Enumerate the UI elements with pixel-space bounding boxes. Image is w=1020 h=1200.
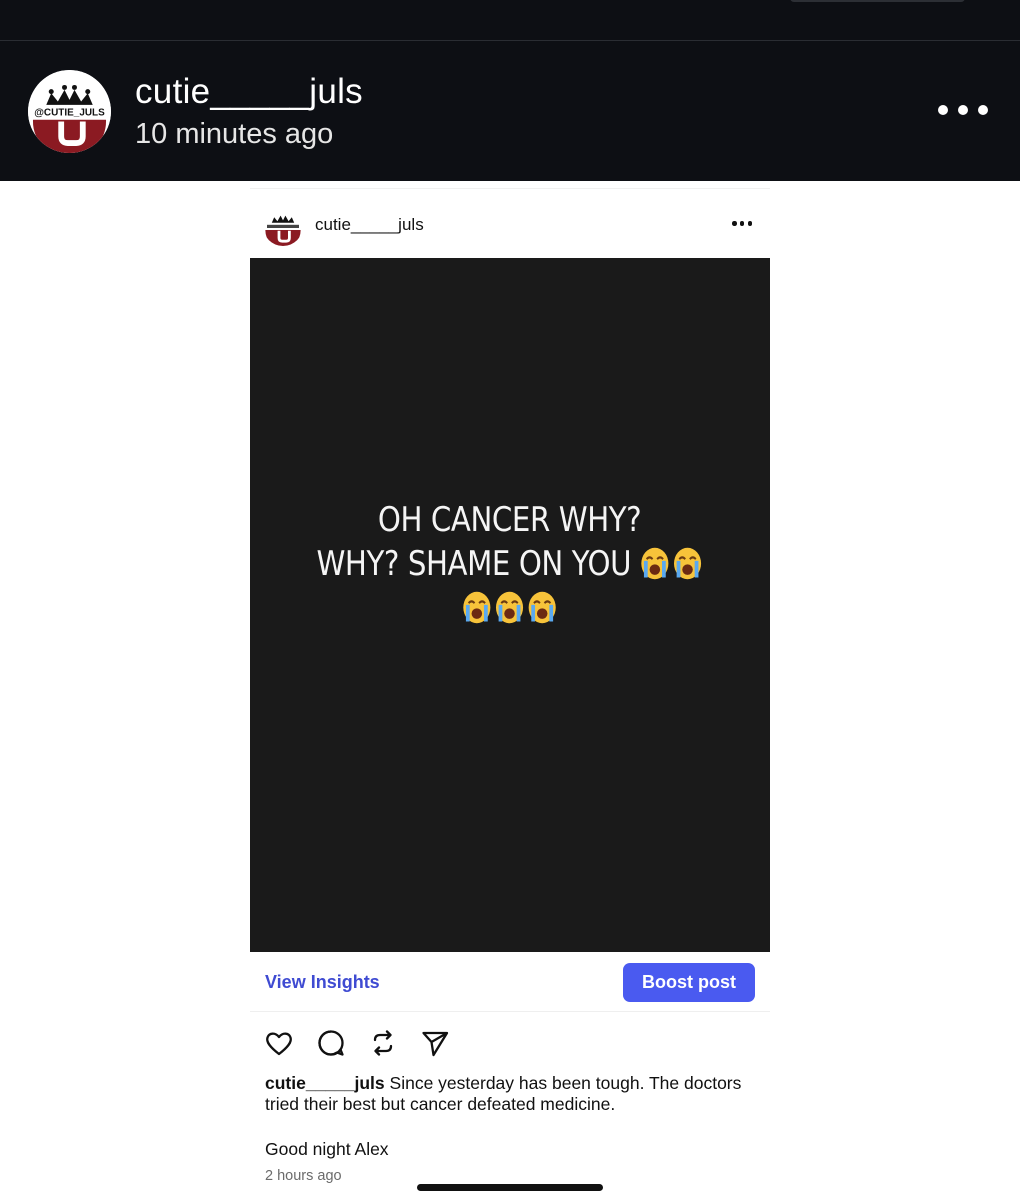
caption-username[interactable]: cutie_____juls [265,1073,385,1093]
loudly-crying-face-icon [463,591,491,624]
image-text-line3 [317,586,703,630]
story-header: @CUTIE_JULS cutie_____juls 10 minutes ag… [0,0,1020,181]
dot [732,221,737,226]
image-text-line2-text: WHY? SHAME ON YOU [316,544,632,584]
dot [958,105,968,115]
heart-icon[interactable] [264,1028,294,1058]
repost-icon[interactable] [368,1028,398,1058]
image-caption-text: OH CANCER WHY? WHY? SHAME ON YOU [317,498,703,630]
avatar-logo-small [263,206,303,246]
post-card: cutie_____juls OH CANCER WHY? WHY? SHAME… [250,188,770,1200]
avatar[interactable]: @CUTIE_JULS [28,70,111,153]
post-actions [264,1025,450,1061]
dot [978,105,988,115]
comment-icon[interactable] [316,1028,346,1058]
emoji-group-1 [640,546,703,581]
image-text-line2: WHY? SHAME ON YOU [317,542,703,586]
view-insights-link[interactable]: View Insights [265,972,380,993]
story-username[interactable]: cutie_____juls [135,72,363,112]
boost-post-button[interactable]: Boost post [623,963,755,1002]
post-image[interactable]: OH CANCER WHY? WHY? SHAME ON YOU [250,258,770,952]
post-timestamp: 2 hours ago [265,1168,342,1184]
dot [747,221,752,226]
loudly-crying-face-icon [641,547,669,580]
loudly-crying-face-icon [496,591,524,624]
dot [739,221,745,226]
share-icon[interactable] [420,1028,450,1058]
home-indicator[interactable] [417,1184,603,1191]
caption-text-2: Good night Alex [265,1139,389,1159]
more-horizontal-icon[interactable] [938,98,988,122]
story-timestamp: 10 minutes ago [135,118,334,150]
image-text-line1: OH CANCER WHY? [378,500,642,540]
avatar-text: @CUTIE_JULS [34,108,105,119]
post-caption: cutie_____juls Since yesterday has been … [265,1073,760,1115]
avatar-logo: @CUTIE_JULS [28,70,111,153]
top-search-pill[interactable] [790,0,965,2]
loudly-crying-face-icon [529,591,557,624]
insights-row: View Insights Boost post [250,952,770,1012]
emoji-group-2 [462,590,557,625]
header-divider [0,40,1020,41]
post-username[interactable]: cutie_____juls [315,215,424,235]
post-more-icon[interactable] [732,221,752,227]
loudly-crying-face-icon [674,547,702,580]
dot [938,105,948,115]
post-avatar[interactable] [263,206,303,246]
